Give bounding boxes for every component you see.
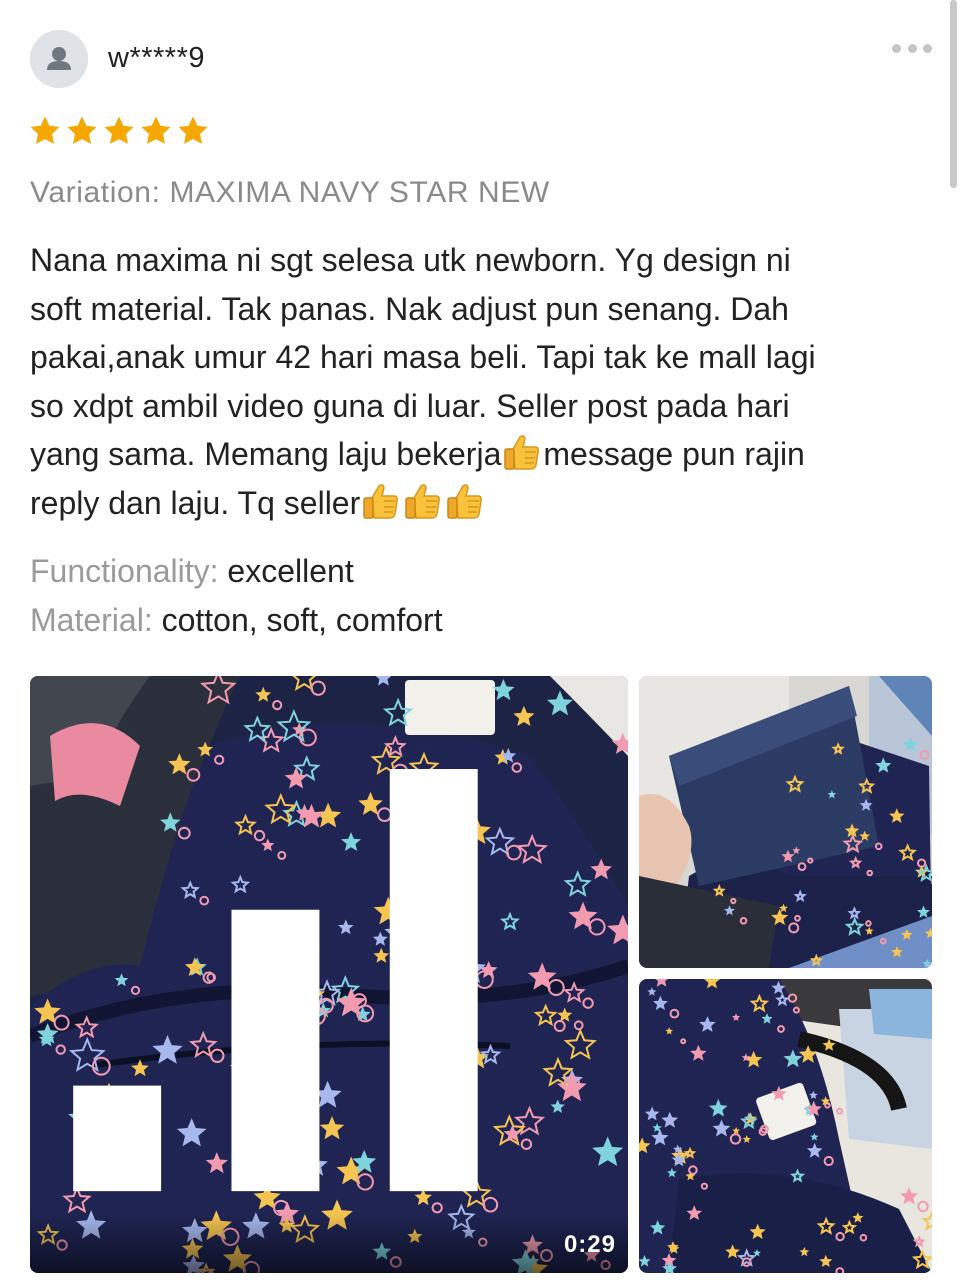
reviewer-username[interactable]: w*****9 [108,42,205,75]
video-bars-icon [73,769,478,1192]
review-card: w*****9 Variation: MAXIMA NAVY STAR NEW … [0,0,962,1280]
star-icon [67,116,97,144]
review-line-part: reply dan laju. Tq seller [30,484,361,521]
star-icon [30,116,60,144]
attribute-value: excellent [218,553,354,589]
review-line-part: message pun rajin [543,436,805,472]
variation-label: Variation: MAXIMA NAVY STAR NEW [30,176,550,209]
attribute-value: cotton, soft, comfort [152,602,443,638]
video-duration: 0:29 [563,1231,616,1258]
scrollbar[interactable] [950,0,957,188]
review-line: pakai,anak umur 42 hari masa beli. Tapi … [30,339,816,375]
attribute-functionality: Functionality: excellent [30,553,354,590]
star-rating [28,114,210,148]
review-photo[interactable] [639,676,932,968]
thumbs-up-icon [402,481,444,521]
more-dots-icon[interactable] [892,36,932,60]
attribute-key: Functionality: [30,553,219,589]
review-video-thumbnail[interactable]: 0:29 [30,676,628,1273]
thumbs-up-icon [360,481,402,521]
review-line: soft material. Tak panas. Nak adjust pun… [30,290,789,327]
user-avatar-icon[interactable] [30,30,88,88]
star-icon [141,116,171,144]
review-line-part: yang sama. Memang laju bekerja [30,436,502,472]
star-icon [104,116,134,144]
review-line: reply dan laju. Tq seller [30,479,935,528]
thumbs-up-icon [501,432,543,472]
review-photo[interactable] [639,979,932,1273]
review-text: Nana maxima ni sgt selesa utk newborn. Y… [30,236,935,527]
review-line: Nana maxima ni sgt selesa utk newborn. Y… [30,242,791,278]
attribute-key: Material: [30,602,153,638]
thumbs-up-icon [444,481,486,521]
review-line: yang sama. Memang laju bekerja message pu… [30,430,935,479]
attribute-material: Material: cotton, soft, comfort [30,602,443,639]
review-line: so xdpt ambil video guna di luar. Seller… [30,387,790,424]
review-photo-image [639,676,932,968]
star-icon [178,116,208,144]
review-photo-image [639,979,932,1273]
